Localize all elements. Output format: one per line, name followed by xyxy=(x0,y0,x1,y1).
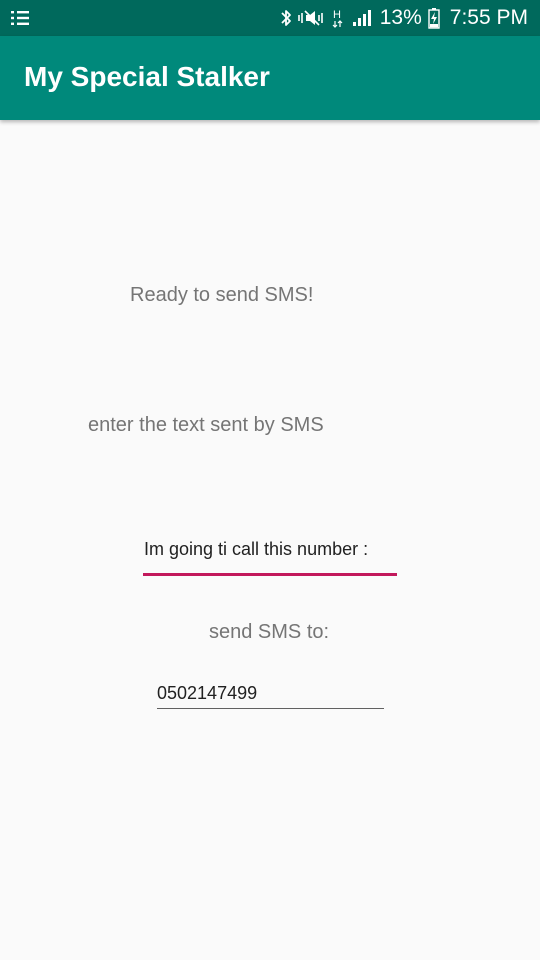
battery-charging-icon xyxy=(428,7,440,29)
message-prompt-label: enter the text sent by SMS xyxy=(88,414,324,436)
clock: 7:55 PM xyxy=(449,6,528,29)
bluetooth-icon xyxy=(280,9,292,27)
message-input-value: Im going ti call this number : xyxy=(144,539,369,559)
notification-list-icon xyxy=(10,8,30,28)
app-bar: My Special Stalker xyxy=(0,36,540,120)
status-label: Ready to send SMS! xyxy=(130,284,314,306)
status-bar: H 13% 7:55 PM xyxy=(0,0,540,36)
phone-number-value: 0502147499 xyxy=(157,683,258,703)
status-icons: H 13% 7:55 PM xyxy=(280,0,528,36)
svg-text:H: H xyxy=(333,9,341,21)
main-content: Ready to send SMS! enter the text sent b… xyxy=(0,120,540,960)
message-input[interactable]: Im going ti call this number : xyxy=(143,528,397,576)
recipient-prompt-label: send SMS to: xyxy=(209,621,330,643)
signal-icon xyxy=(352,9,372,27)
battery-percent: 13% xyxy=(379,6,422,29)
app-title: My Special Stalker xyxy=(24,61,270,92)
mute-icon xyxy=(297,9,324,27)
phone-number-input[interactable]: 0502147499 xyxy=(157,676,384,709)
network-h-icon: H xyxy=(330,7,346,29)
